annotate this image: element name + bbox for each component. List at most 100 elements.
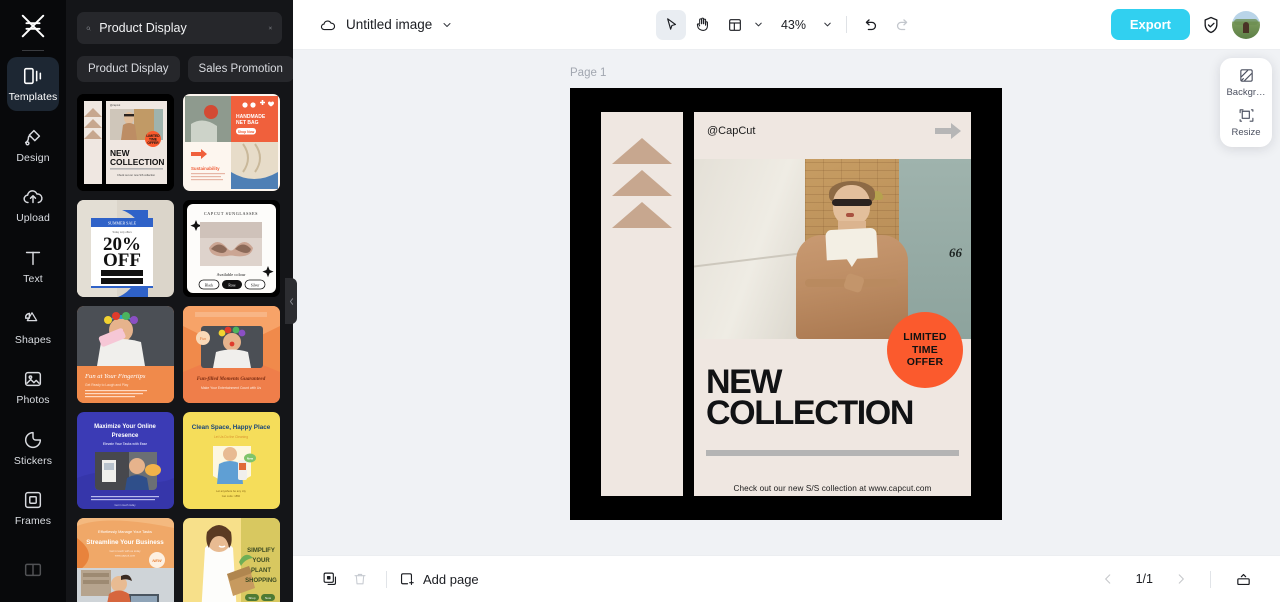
bottom-divider xyxy=(386,570,387,588)
collapse-panel-handle[interactable] xyxy=(285,278,297,324)
svg-text:Fun: Fun xyxy=(199,336,206,341)
delete-page-button[interactable] xyxy=(345,564,375,594)
chip-sales-promotion[interactable]: Sales Promotion xyxy=(187,56,293,82)
model-lips xyxy=(846,213,855,217)
template-card-new-collection[interactable]: LIMITED TIME OFFER NEW COLLECTION Check … xyxy=(77,94,174,191)
svg-text:Presence: Presence xyxy=(112,433,139,439)
canvas-area[interactable]: Page 1 @CapCut 66 LIMITED TIME OFFER NEW… xyxy=(293,50,1280,555)
redo-button[interactable] xyxy=(888,10,918,40)
triangle-decoration xyxy=(612,170,672,196)
sidebar-item-frames[interactable]: Frames xyxy=(7,481,59,536)
topbar-actions: Export xyxy=(1110,9,1280,40)
undo-button[interactable] xyxy=(856,10,886,40)
template-card-clean-space-happy-place[interactable]: Clean Space, Happy Place Let Us Do the C… xyxy=(183,412,280,509)
svg-text:Get in touch with us today: Get in touch with us today xyxy=(110,549,142,553)
svg-text:OFFER: OFFER xyxy=(147,141,159,145)
add-page-button[interactable]: Add page xyxy=(398,571,479,588)
select-tool-button[interactable] xyxy=(655,9,686,40)
capcut-editor: Templates Design Upload Text Shapes Phot… xyxy=(0,0,1280,602)
canvas-float-tools: Backgr… Resize xyxy=(1220,58,1272,147)
svg-text:SUMMER SALE: SUMMER SALE xyxy=(108,221,137,226)
sidebar-item-stickers[interactable]: Stickers xyxy=(7,420,59,475)
search-input[interactable] xyxy=(99,21,261,35)
chip-product-display[interactable]: Product Display xyxy=(77,56,180,82)
templates-panel: Product Display Sales Promotion LIMITED xyxy=(66,0,293,602)
sidebar-item-more[interactable] xyxy=(7,541,59,596)
svg-text:NET BAG: NET BAG xyxy=(236,120,259,126)
background-tool-button[interactable]: Backgr… xyxy=(1223,67,1269,98)
svg-text:Silver: Silver xyxy=(251,283,260,287)
add-page-icon xyxy=(400,572,414,585)
svg-text:New: New xyxy=(247,457,254,461)
svg-text:@capcut: @capcut xyxy=(110,103,121,107)
sidebar-item-photos[interactable]: Photos xyxy=(7,360,59,415)
category-chips: Product Display Sales Promotion xyxy=(66,44,293,82)
export-button[interactable]: Export xyxy=(1110,9,1190,40)
svg-text:Sustainability: Sustainability xyxy=(191,166,220,171)
template-card-capcut-sunglasses[interactable]: CAPCUT SUNGLASSES Available colour Black… xyxy=(183,200,280,297)
design-headline: NEW COLLECTION xyxy=(706,365,961,431)
svg-text:Effortlessly Manage Your Tasks: Effortlessly Manage Your Tasks xyxy=(98,529,152,534)
sidebar-item-shapes[interactable]: Shapes xyxy=(7,299,59,354)
cloud-icon[interactable] xyxy=(319,16,337,34)
close-icon[interactable] xyxy=(268,22,273,34)
bottom-toolbar: Add page 1/1 xyxy=(293,555,1280,602)
template-card-handmade-net-bag[interactable]: HANDMADE NET BAG Shop Now Sustainability xyxy=(183,94,280,191)
svg-text:Available colour: Available colour xyxy=(216,272,246,277)
template-card-maximize-online-presence[interactable]: Maximize Your Online Presence Elevate Yo… xyxy=(77,412,174,509)
svg-text:Streamline Your Business: Streamline Your Business xyxy=(86,539,164,546)
svg-text:Rose: Rose xyxy=(228,283,236,287)
document-title[interactable]: Untitled image xyxy=(346,17,432,32)
zoom-level: 43% xyxy=(780,17,807,32)
sidebar-item-templates[interactable]: Templates xyxy=(7,56,59,112)
design-tagline: Check out our new S/S collection at www.… xyxy=(733,484,932,493)
sidebar-label-shapes: Shapes xyxy=(14,333,52,346)
design-handle: @CapCut xyxy=(707,125,756,137)
svg-text:CAPCUT SUNGLASSES: CAPCUT SUNGLASSES xyxy=(204,211,258,216)
svg-text:Clean Space, Happy Place: Clean Space, Happy Place xyxy=(192,424,271,431)
rail-divider xyxy=(22,49,44,51)
template-card-fun-at-your-fingertips[interactable]: Fun at Your Fingertips Get Ready to Laug… xyxy=(77,306,174,403)
svg-text:Get Ready to Laugh and Play: Get Ready to Laugh and Play xyxy=(85,383,129,387)
background-icon xyxy=(1239,69,1253,82)
sidebar-item-text[interactable]: Text xyxy=(7,238,59,293)
bottom-divider xyxy=(1210,570,1211,588)
chevron-left-icon xyxy=(1104,574,1110,584)
zoom-selector[interactable]: 43% xyxy=(776,18,837,32)
template-card-streamline-your-business[interactable]: Effortlessly Manage Your Tasks Streamlin… xyxy=(77,518,174,602)
resize-tool-button[interactable]: Resize xyxy=(1223,107,1269,138)
svg-text:Shop: Shop xyxy=(248,596,255,600)
layout-tool-button[interactable] xyxy=(720,10,750,40)
svg-text:Get in touch today: Get in touch today xyxy=(114,503,136,507)
svg-text:Now: Now xyxy=(265,596,272,600)
template-card-20-off[interactable]: SUMMER SALE Today only offers 20% OFF xyxy=(77,200,174,297)
svg-text:Black: Black xyxy=(205,283,214,287)
hand-tool-button[interactable] xyxy=(688,10,718,40)
sidebar-item-upload[interactable]: Upload xyxy=(7,178,59,233)
triangle-decoration xyxy=(612,138,672,164)
svg-text:SIMPLIFY: SIMPLIFY xyxy=(247,548,275,554)
shield-check-icon[interactable] xyxy=(1201,15,1221,35)
template-card-fun-filled-moments[interactable]: Fun Fun-filled Moments Guaranteed Make Y… xyxy=(183,306,280,403)
toolbar-divider xyxy=(845,16,847,33)
toggle-pages-panel-button[interactable] xyxy=(1228,564,1258,594)
capcut-logo-icon[interactable] xyxy=(13,8,53,44)
design-left-panel xyxy=(601,112,683,496)
template-card-simplify-plant-shopping[interactable]: SIMPLIFY YOUR PLANT SHOPPING Shop Now xyxy=(183,518,280,602)
chevron-left-icon xyxy=(289,297,293,305)
prev-page-button[interactable] xyxy=(1096,567,1120,591)
next-page-button[interactable] xyxy=(1169,567,1193,591)
duplicate-page-button[interactable] xyxy=(315,564,345,594)
sidebar-item-design[interactable]: Design xyxy=(7,117,59,172)
sidebar-label-frames: Frames xyxy=(14,515,52,528)
user-avatar[interactable] xyxy=(1232,10,1260,39)
svg-text:Check out our new S/S collecti: Check out our new S/S collection xyxy=(117,173,156,177)
design-main-card: @CapCut 66 LIMITED TIME OFFER NEW COLLEC… xyxy=(694,112,971,496)
svg-text:PLANT: PLANT xyxy=(251,568,271,574)
chevron-down-icon[interactable] xyxy=(441,19,453,31)
page-indicator: 1/1 xyxy=(1135,572,1153,586)
artboard[interactable]: @CapCut 66 LIMITED TIME OFFER NEW COLLEC… xyxy=(570,88,1002,520)
page-label: Page 1 xyxy=(570,67,607,79)
search-box[interactable] xyxy=(77,12,282,44)
chevron-down-icon[interactable] xyxy=(753,19,764,30)
